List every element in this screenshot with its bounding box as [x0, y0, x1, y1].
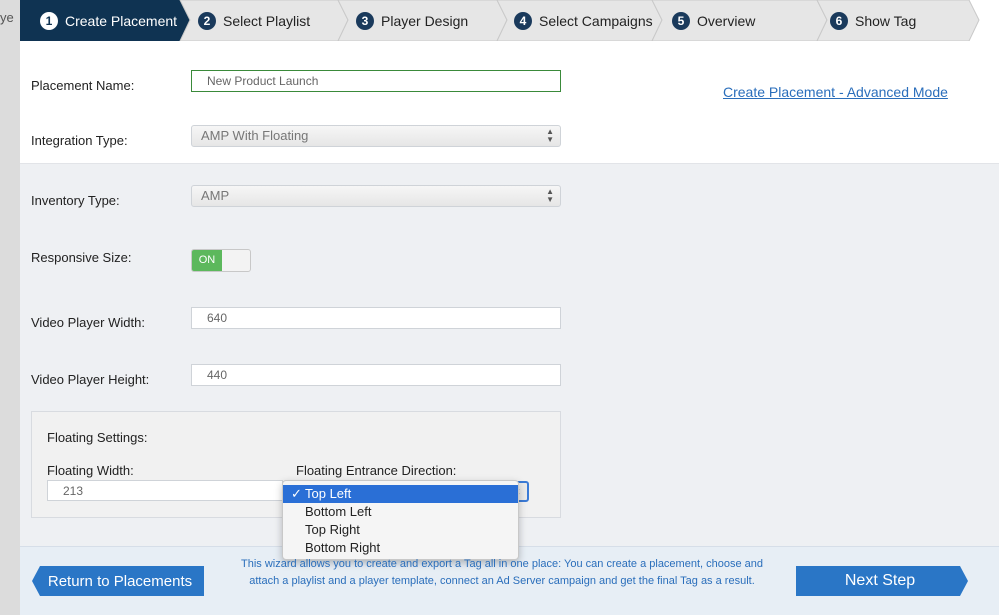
step-number-badge: 3	[356, 11, 374, 30]
background-window-edge: ye	[0, 0, 20, 615]
step-number-badge: 5	[672, 11, 690, 30]
responsive-size-label: Responsive Size:	[31, 250, 132, 265]
select-arrows-icon: ▲▼	[546, 127, 554, 144]
direction-option-bottom-left[interactable]: Bottom Left	[283, 503, 518, 521]
inventory-type-label: Inventory Type:	[31, 193, 120, 208]
placement-name-label: Placement Name:	[31, 78, 135, 93]
option-label: Bottom Right	[305, 540, 381, 555]
step-label: Show Tag	[855, 12, 917, 29]
background-window-text: ye	[0, 10, 14, 25]
toggle-on-label: ON	[192, 250, 222, 271]
floating-settings-label: Floating Settings:	[47, 430, 148, 445]
direction-option-top-right[interactable]: Top Right	[283, 521, 518, 539]
step-label: Select Playlist	[223, 12, 311, 29]
floating-direction-label: Floating Entrance Direction:	[296, 463, 457, 478]
responsive-size-toggle[interactable]: ON	[191, 249, 251, 272]
wizard-info-text: This wizard allows you to create and exp…	[240, 558, 763, 587]
integration-type-value: AMP With Floating	[201, 128, 309, 143]
video-height-label: Video Player Height:	[31, 372, 150, 387]
step-label: Create Placement	[65, 12, 178, 29]
integration-type-label: Integration Type:	[31, 133, 128, 148]
step-number-badge: 6	[830, 11, 848, 30]
checkmark-icon: ✓	[291, 486, 302, 501]
step-label: Player Design	[381, 12, 469, 29]
video-width-input[interactable]: 640	[191, 307, 561, 329]
floating-width-input[interactable]: 213	[47, 480, 283, 501]
advanced-mode-link[interactable]: Create Placement - Advanced Mode	[723, 84, 948, 100]
step-label: Overview	[697, 12, 756, 29]
step-create-placement[interactable]: 1 Create Placement	[40, 0, 177, 41]
wizard-steps-bar: 1 Create Placement 2 Select Playlist 3 P…	[20, 0, 999, 41]
return-to-placements-button[interactable]: Return to Placements	[36, 566, 204, 596]
step-player-design[interactable]: 3 Player Design	[356, 0, 468, 41]
step-number-badge: 2	[198, 11, 216, 30]
option-label: Bottom Left	[305, 504, 372, 519]
step-show-tag[interactable]: 6 Show Tag	[830, 0, 916, 41]
floating-width-label: Floating Width:	[47, 463, 134, 478]
video-height-input[interactable]: 440	[191, 364, 561, 386]
inventory-type-value: AMP	[201, 188, 230, 203]
direction-option-top-left[interactable]: ✓ Top Left	[283, 485, 518, 503]
step-overview[interactable]: 5 Overview	[672, 0, 755, 41]
step-select-playlist[interactable]: 2 Select Playlist	[198, 0, 310, 41]
direction-option-bottom-right[interactable]: Bottom Right	[283, 539, 518, 557]
option-label: Top Right	[305, 522, 360, 537]
step-label: Select Campaigns	[539, 12, 653, 29]
inventory-type-select[interactable]: AMP ▲ ▼	[191, 185, 561, 207]
video-width-label: Video Player Width:	[31, 315, 145, 330]
integration-type-select[interactable]: AMP With Floating ▲ ▼	[191, 125, 561, 147]
next-step-button[interactable]: Next Step	[796, 566, 964, 596]
step-number-badge: 1	[40, 11, 58, 30]
placement-name-input[interactable]: New Product Launch	[191, 70, 561, 92]
step-number-badge: 4	[514, 11, 532, 30]
floating-direction-dropdown: ✓ Top Left Bottom Left Top Right Bottom …	[282, 480, 519, 560]
step-select-campaigns[interactable]: 4 Select Campaigns	[514, 0, 653, 41]
select-arrows-icon: ▲▼	[546, 187, 554, 204]
option-label: Top Left	[305, 486, 352, 501]
